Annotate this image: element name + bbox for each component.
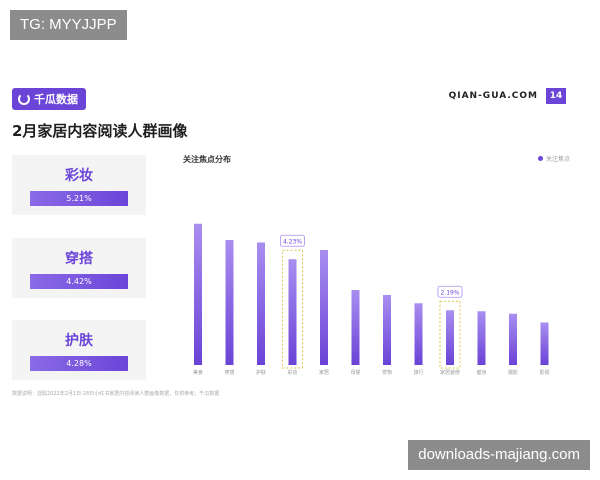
card-top-2: 穿搭 4.42% [12,238,146,298]
page-title: 2月家居内容阅读人群画像 [12,122,188,140]
bar-11 [540,322,549,365]
data-label-3: 4.23% [283,238,302,245]
watermark-top: TG: MYYJJPP [10,10,127,40]
brand-icon [18,93,30,105]
card-percent: 5.21% [30,191,128,206]
card-top-3: 护肤 4.28% [12,320,146,380]
card-percent: 4.28% [30,356,128,371]
card-name: 穿搭 [65,251,93,267]
bar-0 [194,223,202,365]
card-name: 彩妆 [65,168,93,184]
bar-1 [225,240,234,365]
bar-8 [446,310,454,365]
x-tick-label-1: 穿搭 [224,369,234,376]
bar-4 [320,250,328,365]
x-tick-label-3: 彩妆 [287,369,297,376]
data-label-8: 2.19% [440,289,459,296]
card-top-1: 彩妆 5.21% [12,155,146,215]
bar-6 [383,295,391,365]
x-tick-label-5: 母婴 [350,370,360,376]
card-name: 护肤 [65,333,93,349]
footnote: 数据说明：选取2022年2月1日-28日小红书家居内容阅读人群画像数据，仅供参考… [12,391,220,397]
bar-9 [477,311,486,365]
brand-name: 千瓜数据 [34,93,78,106]
brand-logo-badge: 千瓜数据 [12,88,86,110]
x-tick-label-0: 美食 [193,369,203,376]
x-tick-label-2: 护肤 [256,369,266,376]
bar-5 [351,290,360,365]
site-url: QIAN-GUA.COM [448,91,538,101]
x-tick-label-8: 家居装修 [440,369,460,376]
x-tick-label-4: 家居 [319,369,329,376]
card-percent: 4.42% [30,274,128,289]
x-tick-label-7: 旅行 [413,369,423,376]
x-tick-label-11: 影视 [539,369,549,376]
bar-7 [414,303,423,365]
x-tick-label-9: 健身 [476,369,486,376]
bar-3 [288,259,297,365]
bar-10 [509,313,517,365]
x-tick-label-10: 摄影 [508,369,518,376]
page-number: 14 [546,88,566,104]
x-tick-label-6: 宠物 [382,369,392,376]
bar-2 [257,242,265,365]
watermark-bottom: downloads-majiang.com [408,440,590,470]
bar-chart: 美食 穿搭 护肤 彩妆 4.23% 家居 母婴 宠物 旅行 家居装修 2.19% 健身 摄影 影视 [193,223,550,376]
